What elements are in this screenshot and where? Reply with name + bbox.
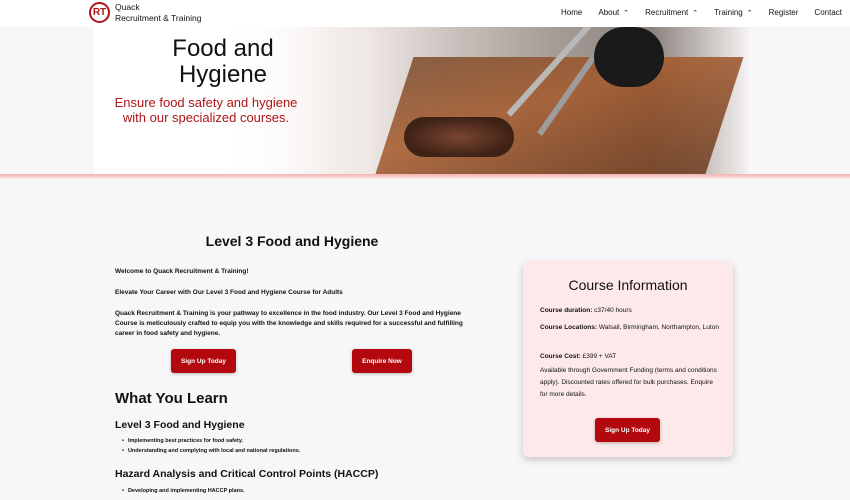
section-heading-haccp: Hazard Analysis and Critical Control Poi… [115,468,379,480]
card-title: Course Information [568,277,688,293]
logo-text: RT [92,7,107,18]
cost-label: Course Cost: [540,353,581,360]
intro-paragraph: Quack Recruitment & Training is your pat… [115,310,463,337]
nav-item-register[interactable]: Register [769,8,799,17]
hero-meat-image [404,117,514,157]
nav-label: Register [768,8,799,17]
logo-icon[interactable]: RT [89,2,110,23]
chevron-up-icon: ⌃ [746,9,753,17]
duration-label: Course duration: [540,307,593,314]
hero-subtitle-line2: with our specialized courses. [122,110,290,125]
section2-list: Developing and implementing HACCP plans. [122,486,245,496]
enquire-button[interactable]: Enquire Now [352,349,412,373]
sign-up-button[interactable]: Sign Up Today [171,349,236,373]
course-locations: Course Locations: Walsall, Birmingham, N… [540,322,720,334]
nav-label: Training [714,8,743,17]
section1-list: Implementing best practices for food saf… [122,436,300,456]
chevron-up-icon: ⌃ [623,9,630,17]
list-item: Developing and implementing HACCP plans. [122,486,245,496]
brand-line1: Quack [115,2,140,12]
hero-grill-image [374,57,744,175]
hero-title-line1: Food and [172,35,274,62]
nav-item-recruitment[interactable]: Recruitment ⌃ [645,8,698,17]
list-item: Understanding and complying with local a… [122,446,300,456]
page-title: Level 3 Food and Hygiene [205,233,379,249]
course-duration: Course duration: c37/40 hours [540,305,720,317]
list-item: Implementing best practices for food saf… [122,436,300,446]
nav-item-training[interactable]: Training ⌃ [714,8,752,17]
welcome-text: Welcome to Quack Recruitment & Training! [115,268,249,275]
locations-value: Walsall, Birmingham, Northampton, Luton [597,324,719,331]
nav-item-home[interactable]: Home [561,8,582,17]
duration-value: c37/40 hours [592,307,632,314]
funding-text: Available through Government Funding (te… [540,367,717,398]
hero-title: Food and Hygiene [153,36,293,88]
locations-label: Course Locations: [540,324,598,331]
nav-label: Contact [814,8,842,17]
nav-item-about[interactable]: About ⌃ [598,8,629,17]
nav-label: About [598,8,620,17]
what-you-learn-heading: What You Learn [115,390,228,407]
card-sign-up-button[interactable]: Sign Up Today [595,418,660,442]
hero-glove-image [594,27,664,87]
nav-item-contact[interactable]: Contact [814,8,842,17]
nav-menu: Home About ⌃ Recruitment ⌃ Training ⌃ Regis… [545,8,842,17]
section-heading-level3: Level 3 Food and Hygiene [115,419,245,431]
hero-divider [0,174,850,179]
course-cost: Course Cost: £399 + VAT [540,351,720,363]
nav-label: Recruitment [645,8,689,17]
hero-title-line2: Hygiene [178,61,268,88]
hero-subtitle-line1: Ensure food safety and hygiene [114,95,298,110]
top-navbar: RT Quack Recruitment & Training Home Abo… [0,0,850,27]
elevate-text: Elevate Your Career with Our Level 3 Foo… [115,289,343,296]
chevron-up-icon: ⌃ [692,9,699,17]
hero-subtitle: Ensure food safety and hygiene with our … [112,95,300,125]
nav-label: Home [561,8,583,17]
brand-line2: Recruitment & Training [115,13,202,23]
course-info-card: Course Information Course duration: c37/… [523,261,733,457]
cost-value: £399 + VAT [580,353,617,360]
brand-name[interactable]: Quack Recruitment & Training [115,2,201,24]
